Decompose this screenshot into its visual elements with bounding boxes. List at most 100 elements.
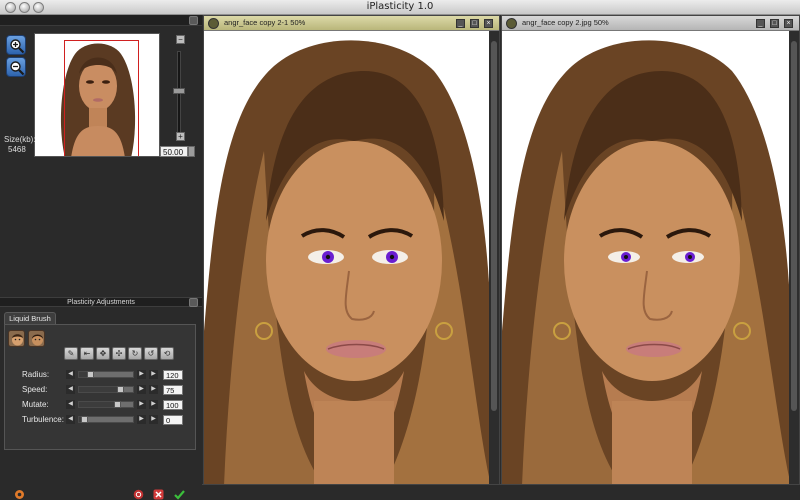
param-value-field[interactable]: 120 xyxy=(163,370,183,380)
image-window-2-close-button[interactable]: × xyxy=(784,19,793,28)
slider-knob[interactable] xyxy=(86,371,94,378)
image-window-1-close-button[interactable]: × xyxy=(484,19,493,28)
image-window-1[interactable]: angr_face copy 2-1 50% _ □ × xyxy=(203,15,500,495)
checkmark-icon xyxy=(174,490,185,500)
twirl-ccw-icon: ↺ xyxy=(147,349,155,358)
param-value-field[interactable]: 75 xyxy=(163,385,183,395)
image-window-2-caption: angr_face copy 2.jpg 50% xyxy=(522,18,609,27)
slider-knob[interactable] xyxy=(116,386,124,393)
image-window-2-titlebar[interactable]: angr_face copy 2.jpg 50% _ □ × xyxy=(502,16,799,31)
push-left-icon: ⇤ xyxy=(83,349,91,358)
zoom-in-button[interactable] xyxy=(6,35,26,55)
slider-track[interactable] xyxy=(78,416,134,423)
image-canvas-2[interactable] xyxy=(502,31,789,484)
image-window-1-caption: angr_face copy 2-1 50% xyxy=(224,18,306,27)
contract-icon: ✣ xyxy=(115,349,123,358)
image-window-2-maximize-button[interactable]: □ xyxy=(770,19,779,28)
navigator-view-frame[interactable] xyxy=(64,40,139,156)
zoom-out-button[interactable] xyxy=(6,57,26,77)
expand-icon: ✥ xyxy=(99,349,107,358)
navigator-thumbnail[interactable] xyxy=(34,33,160,157)
face-preset-1-button[interactable] xyxy=(8,330,25,347)
brush-tool-button[interactable]: ✎ xyxy=(64,347,78,360)
slider-track[interactable] xyxy=(78,386,134,393)
undock-plasticity-button[interactable] xyxy=(189,298,198,307)
settings-gear-button[interactable] xyxy=(14,489,25,500)
window-menu-icon[interactable] xyxy=(208,18,219,29)
tab-liquid-brush[interactable]: Liquid Brush xyxy=(4,312,56,324)
gear-icon xyxy=(15,490,24,499)
magnifier-minus-icon xyxy=(10,61,25,76)
face-icon xyxy=(32,334,43,346)
zoom-percent-field[interactable]: 50.00 xyxy=(160,146,188,157)
param-value-field[interactable]: 0 xyxy=(163,415,183,425)
reset-button[interactable] xyxy=(133,489,144,500)
increase-arrow-button[interactable]: ▶ xyxy=(137,415,146,424)
face-preset-2-button[interactable] xyxy=(28,330,45,347)
param-slider[interactable]: ◀ ▶ ▶ xyxy=(66,385,160,394)
vertical-scroll-thumb[interactable] xyxy=(791,41,797,411)
increase-arrow-button[interactable]: ▶ xyxy=(149,370,158,379)
app-title: iPlasticity 1.0 xyxy=(366,1,434,12)
window-menu-icon[interactable] xyxy=(506,18,517,29)
twirl-cw-icon: ↻ xyxy=(131,349,139,358)
decrease-arrow-button[interactable]: ◀ xyxy=(66,400,75,409)
image-window-1-maximize-button[interactable]: □ xyxy=(470,19,479,28)
plasticity-panel-title: Plasticity Adjustments xyxy=(67,299,135,306)
workspace-bottom-bar xyxy=(202,484,800,500)
twirl-ccw-tool-button[interactable]: ↺ xyxy=(144,347,158,360)
plasticity-panel-header: Plasticity Adjustments xyxy=(0,297,202,307)
image-window-2[interactable]: angr_face copy 2.jpg 50% _ □ × xyxy=(501,15,800,495)
expand-tool-button[interactable]: ✥ xyxy=(96,347,110,360)
param-value-field[interactable]: 100 xyxy=(163,400,183,410)
slider-track[interactable] xyxy=(78,401,134,408)
apply-button[interactable] xyxy=(174,489,185,500)
twirl-cw-tool-button[interactable]: ↻ xyxy=(128,347,142,360)
param-slider[interactable]: ◀ ▶ ▶ xyxy=(66,415,160,424)
restore-tool-button[interactable]: ⟲ xyxy=(160,347,174,360)
slider-track[interactable] xyxy=(78,371,134,378)
portrait-image-edited xyxy=(204,31,489,484)
image-window-1-titlebar[interactable]: angr_face copy 2-1 50% _ □ × xyxy=(204,16,499,31)
increase-arrow-button[interactable]: ▶ xyxy=(137,385,146,394)
size-label: Size(kb): xyxy=(4,135,36,144)
cancel-button[interactable] xyxy=(153,489,164,500)
decrease-arrow-button[interactable]: ◀ xyxy=(66,385,75,394)
increase-arrow-button[interactable]: ▶ xyxy=(149,415,158,424)
param-slider[interactable]: ◀ ▶ ▶ xyxy=(66,370,160,379)
slider-fill xyxy=(79,402,117,407)
zoom-increase-button[interactable]: + xyxy=(176,132,185,141)
push-left-tool-button[interactable]: ⇤ xyxy=(80,347,94,360)
vertical-scroll-thumb[interactable] xyxy=(491,41,497,411)
param-label: Mutate: xyxy=(22,400,49,409)
size-value: 5468 xyxy=(8,145,26,154)
restore-icon: ⟲ xyxy=(163,349,171,358)
zoom-decrease-button[interactable]: − xyxy=(176,35,185,44)
increase-arrow-button[interactable]: ▶ xyxy=(137,370,146,379)
magnifier-plus-icon xyxy=(10,39,25,54)
image-canvas-1[interactable] xyxy=(204,31,489,484)
image-window-2-vertical-scrollbar[interactable] xyxy=(789,31,799,484)
param-label: Speed: xyxy=(22,385,48,394)
navigator-panel-header xyxy=(0,15,202,26)
increase-arrow-button[interactable]: ▶ xyxy=(149,400,158,409)
slider-knob[interactable] xyxy=(81,416,89,423)
reset-icon xyxy=(133,489,144,500)
brush-icon: ✎ xyxy=(67,349,75,358)
contract-tool-button[interactable]: ✣ xyxy=(112,347,126,360)
decrease-arrow-button[interactable]: ◀ xyxy=(66,415,75,424)
image-window-1-vertical-scrollbar[interactable] xyxy=(489,31,499,484)
undock-navigator-button[interactable] xyxy=(189,16,198,25)
face-icon xyxy=(12,334,23,346)
increase-arrow-button[interactable]: ▶ xyxy=(149,385,158,394)
window-titlebar: iPlasticity 1.0 xyxy=(0,0,800,15)
increase-arrow-button[interactable]: ▶ xyxy=(137,400,146,409)
zoom-stepper[interactable] xyxy=(188,146,195,157)
decrease-arrow-button[interactable]: ◀ xyxy=(66,370,75,379)
image-window-1-minimize-button[interactable]: _ xyxy=(456,19,465,28)
image-window-2-minimize-button[interactable]: _ xyxy=(756,19,765,28)
zoom-slider-thumb[interactable] xyxy=(173,88,185,94)
param-label: Radius: xyxy=(22,370,50,379)
param-slider[interactable]: ◀ ▶ ▶ xyxy=(66,400,160,409)
slider-knob[interactable] xyxy=(113,401,121,408)
